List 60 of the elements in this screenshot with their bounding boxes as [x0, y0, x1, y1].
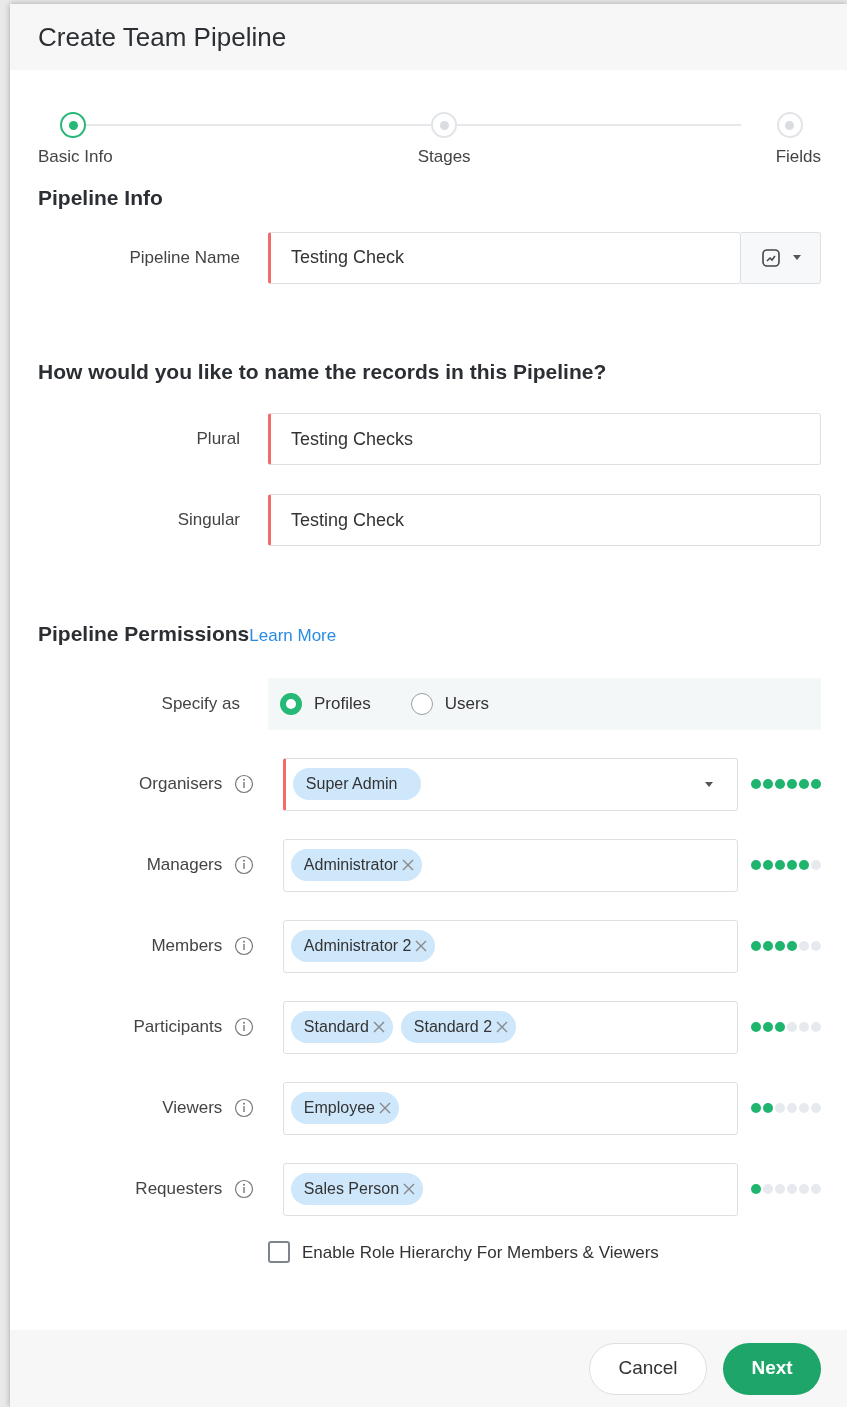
icon-dropdown-button[interactable]: [741, 231, 821, 284]
field-value: Testing Checks: [290, 427, 414, 451]
remove-icon[interactable]: [496, 1021, 509, 1033]
checkbox[interactable]: [268, 1241, 290, 1264]
field-label: Viewers: [162, 1097, 223, 1120]
field-label: Participants: [133, 1016, 223, 1039]
info-icon[interactable]: [234, 1098, 255, 1118]
field-label: Singular: [176, 509, 241, 532]
role-tag: Employee: [290, 1092, 399, 1124]
cancel-button[interactable]: Cancel: [589, 1342, 707, 1395]
tag-field[interactable]: Employee: [282, 1081, 738, 1135]
text-field[interactable]: Testing Check: [268, 494, 821, 546]
step-label[interactable]: Fields: [775, 144, 821, 170]
text-field[interactable]: Testing Checks: [268, 413, 821, 465]
field-label: Plural: [195, 428, 241, 451]
remove-icon[interactable]: [379, 1102, 391, 1114]
tag-field[interactable]: Administrator: [282, 838, 738, 892]
section-heading: How would you like to name the records in this Pipeline?: [38, 358, 608, 385]
role-tag: Sales Person: [290, 1173, 424, 1205]
remove-icon[interactable]: [402, 859, 415, 871]
info-icon[interactable]: [234, 855, 255, 875]
role-tag: Super Admin: [292, 768, 422, 800]
step-marker[interactable]: [60, 112, 86, 138]
section-heading: Pipeline Info: [38, 185, 164, 211]
role-tag: Administrator: [290, 849, 423, 881]
field-label: Requesters: [135, 1178, 223, 1201]
remove-icon[interactable]: [372, 1021, 385, 1033]
role-tag: Standard 2: [400, 1011, 517, 1043]
checkbox-label[interactable]: Enable Role Hierarchy For Members & Viewers: [302, 1239, 659, 1265]
step-label[interactable]: Basic Info: [38, 144, 113, 170]
info-icon[interactable]: [234, 774, 255, 794]
field-label: Pipeline Name: [128, 246, 241, 269]
section-heading: Pipeline Permissions: [38, 621, 250, 647]
step-label[interactable]: Stages: [417, 144, 471, 170]
learn-more-link[interactable]: Learn More: [249, 623, 337, 649]
radio-label[interactable]: Profiles: [314, 690, 371, 717]
tag-field[interactable]: Super Admin: [282, 757, 738, 811]
dialog-title: Create Team Pipeline: [38, 20, 287, 54]
role-tag: Administrator 2: [290, 930, 436, 962]
field-value: Testing Check: [290, 508, 405, 532]
field-label: Specify as: [160, 692, 241, 715]
radio-button[interactable]: [410, 692, 433, 715]
remove-icon[interactable]: [415, 940, 428, 952]
field-label: Managers: [146, 854, 223, 877]
radio-label[interactable]: Users: [444, 690, 490, 717]
info-icon[interactable]: [234, 936, 255, 956]
field-value: Testing Check: [290, 246, 405, 269]
caret-icon: [792, 255, 801, 260]
caret-icon: [705, 781, 713, 787]
tag-field[interactable]: Administrator 2: [282, 919, 738, 973]
field-label: Organisers: [139, 773, 223, 796]
role-tag: Standard: [290, 1011, 393, 1043]
remove-icon[interactable]: [403, 1183, 416, 1195]
tag-field[interactable]: Standard Standard 2: [282, 1000, 738, 1054]
radio-button[interactable]: [280, 692, 302, 715]
tag-field[interactable]: Sales Person: [282, 1162, 738, 1216]
info-icon[interactable]: [234, 1017, 255, 1037]
chart-icon: [760, 247, 781, 268]
field-label: Members: [151, 935, 223, 958]
info-icon[interactable]: [234, 1179, 255, 1199]
